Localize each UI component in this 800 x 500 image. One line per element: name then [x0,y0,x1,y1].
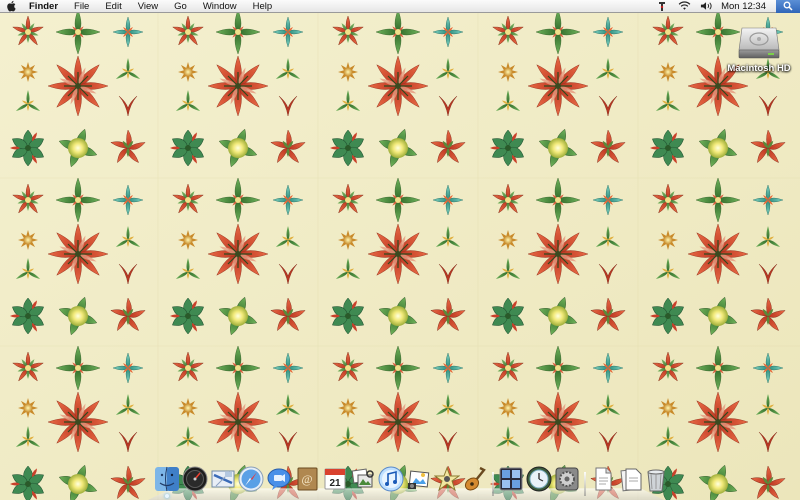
dock-item-time-machine[interactable] [526,466,552,494]
address-book-icon: @ [297,467,318,491]
dock-item-documents-stack[interactable] [590,466,616,494]
menu-bar: Finder File Edit View Go Window Help Mon… [0,0,800,13]
dock-item-mail[interactable] [210,466,236,494]
dock-item-finder[interactable] [154,466,180,498]
dock-item-trash[interactable] [646,466,672,494]
dock-divider [492,472,494,496]
system-preferences-icon [555,467,579,491]
documents-stack-icon [595,467,612,491]
safari-icon [238,466,264,492]
time-machine-icon [526,466,552,492]
desktop-icon-label: Macintosh HD [727,63,791,74]
downloads-stack-icon [620,468,642,492]
trash-icon [647,469,665,492]
dock-item-safari[interactable] [238,466,264,494]
menu-file[interactable]: File [66,0,97,13]
menu-help[interactable]: Help [245,0,281,13]
spaces-icon [499,467,523,491]
imovie-icon [433,466,461,492]
garageband-icon [464,466,486,491]
finder-icon [155,466,179,492]
ical-day-number: 21 [329,478,341,489]
dock-item-imovie[interactable] [433,466,461,494]
dock-item-downloads-stack[interactable] [618,466,644,494]
preview-icon [351,468,374,488]
menu-clock[interactable]: Mon 12:34 [717,0,776,13]
mail-icon [211,470,235,488]
dashboard-icon [182,466,208,492]
desktop-wallpaper [0,0,800,500]
dock-item-preview[interactable] [350,466,376,494]
itunes-icon [378,466,404,492]
ical-icon: 21 [324,468,346,490]
iphoto-icon [408,470,430,489]
hard-drive-icon [738,27,780,59]
menu-edit[interactable]: Edit [97,0,129,13]
dock: @ 21 [148,464,665,500]
menu-app-finder[interactable]: Finder [24,0,66,13]
menu-extras: Mon 12:34 [651,0,800,13]
dock-item-ichat[interactable] [266,466,292,494]
ichat-icon [267,468,291,490]
dock-item-spaces[interactable] [498,466,524,494]
menu-view[interactable]: View [130,0,166,13]
menu-go[interactable]: Go [166,0,195,13]
dock-item-iphoto[interactable] [406,466,432,494]
dock-item-address-book[interactable]: @ [294,466,320,494]
wifi-icon[interactable] [673,0,695,13]
script-menu-icon[interactable] [651,0,673,13]
dock-item-system-preferences[interactable] [554,466,580,494]
desktop-icon-macintosh-hd[interactable]: Macintosh HD [726,22,792,84]
dock-item-garageband[interactable] [462,466,488,494]
dock-item-itunes[interactable] [378,466,404,494]
running-indicator [165,494,169,498]
dock-item-ical[interactable]: 21 [322,466,348,494]
volume-icon[interactable] [695,0,717,13]
spotlight-search-icon[interactable] [776,0,800,13]
dock-item-dashboard[interactable] [182,466,208,494]
apple-logo-icon[interactable] [0,0,24,13]
dock-divider [584,472,586,496]
svg-text:@: @ [301,472,312,486]
menu-window[interactable]: Window [195,0,245,13]
